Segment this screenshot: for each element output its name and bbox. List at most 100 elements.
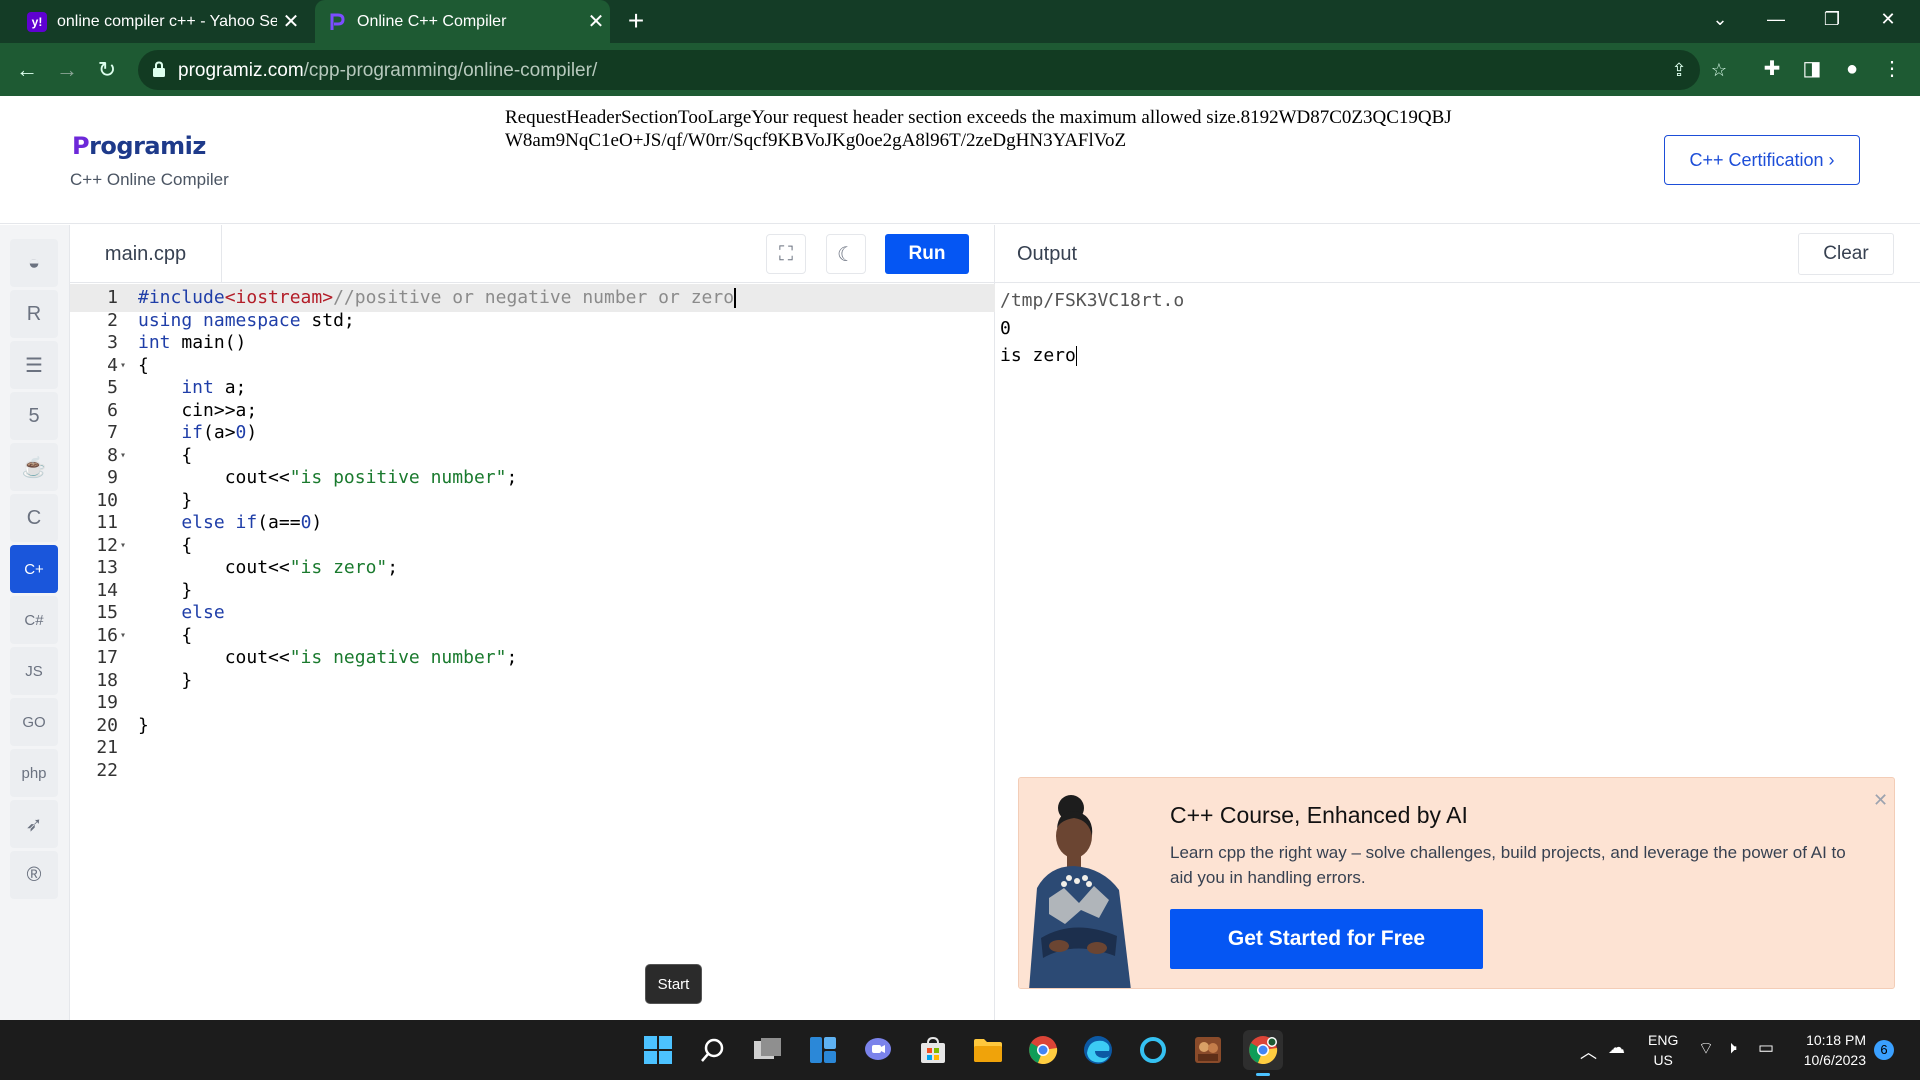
- notification-badge[interactable]: 6: [1874, 1040, 1894, 1060]
- go-icon[interactable]: GO: [10, 698, 58, 746]
- onedrive-cloud-icon[interactable]: ☁: [1608, 1038, 1625, 1058]
- close-tab-icon[interactable]: ✕: [277, 9, 305, 34]
- site-header: Programiz C++ Online Compiler RequestHea…: [0, 96, 1920, 224]
- menu-kebab-icon[interactable]: ⋮: [1876, 53, 1908, 85]
- page-subtitle: C++ Online Compiler: [70, 170, 229, 189]
- close-window-icon[interactable]: ✕: [1860, 0, 1916, 38]
- java-icon[interactable]: ☕: [10, 443, 58, 491]
- chrome-active-icon[interactable]: [1243, 1030, 1283, 1076]
- header-error-message: RequestHeaderSectionTooLargeYour request…: [505, 107, 1452, 151]
- output-line: is zero: [1000, 345, 1076, 366]
- python-icon[interactable]: ◒: [10, 239, 58, 287]
- volume-muted-icon[interactable]: 🕨: [1726, 1038, 1737, 1058]
- c-icon[interactable]: C: [10, 494, 58, 542]
- wifi-icon[interactable]: ⌔: [1698, 1038, 1714, 1059]
- rust-icon[interactable]: ®: [10, 851, 58, 899]
- run-button[interactable]: Run: [885, 234, 969, 274]
- database-icon[interactable]: ☰: [10, 341, 58, 389]
- ad-person-photo: [1019, 778, 1139, 988]
- file-explorer-icon[interactable]: [968, 1030, 1008, 1070]
- address-bar[interactable]: programiz.com/cpp-programming/online-com…: [138, 50, 1727, 90]
- code-token: main(): [170, 332, 247, 353]
- code-token: int: [138, 332, 171, 353]
- windows-start-icon[interactable]: [638, 1030, 678, 1070]
- reload-icon[interactable]: ↻: [90, 53, 124, 87]
- restore-icon[interactable]: ❐: [1804, 0, 1860, 38]
- file-tab-main-cpp[interactable]: main.cpp: [70, 225, 222, 283]
- html5-icon[interactable]: 5: [10, 392, 58, 440]
- code-editor[interactable]: 1 #include<iostream>//positive or negativ…: [70, 283, 995, 1020]
- teams-chat-icon[interactable]: [858, 1030, 898, 1070]
- csharp-icon[interactable]: C#: [10, 596, 58, 644]
- fullscreen-icon[interactable]: ⛶: [766, 234, 806, 274]
- programiz-favicon-icon: [327, 12, 347, 32]
- task-view-icon[interactable]: [748, 1030, 788, 1070]
- keyboard-region: US: [1653, 1052, 1673, 1068]
- cpp-icon[interactable]: C+: [10, 545, 58, 593]
- tab-title: Online C++ Compiler: [357, 12, 507, 30]
- clock-time: 10:18 PM: [1806, 1032, 1866, 1048]
- output-console[interactable]: /tmp/FSK3VC18rt.o 0 is zero: [1000, 287, 1184, 370]
- tab-title: online compiler c++ - Yahoo Se: [57, 12, 277, 30]
- url-text: programiz.com/cpp-programming/online-com…: [178, 60, 597, 82]
- code-token: {: [138, 534, 193, 556]
- forward-icon[interactable]: →: [50, 53, 84, 87]
- side-panel-icon[interactable]: ◨: [1796, 53, 1828, 85]
- clock-date: 10/6/2023: [1803, 1052, 1866, 1068]
- close-ad-icon[interactable]: ✕: [1873, 790, 1888, 811]
- php-icon[interactable]: php: [10, 749, 58, 797]
- output-line: 0: [1000, 317, 1011, 339]
- extensions-icon[interactable]: ✚: [1756, 53, 1788, 85]
- get-started-button[interactable]: Get Started for Free: [1170, 909, 1483, 969]
- cpp-certification-button[interactable]: C++ Certification ›: [1664, 135, 1860, 185]
- code-line[interactable]: 22: [70, 757, 995, 785]
- tab-yahoo-search[interactable]: y! online compiler c++ - Yahoo Se ✕: [15, 0, 305, 43]
- browser-toolbar: ← → ↻ programiz.com/cpp-programming/onli…: [0, 43, 1920, 96]
- bookmark-star-icon[interactable]: ☆: [1708, 60, 1730, 82]
- output-caret: [1075, 346, 1078, 366]
- code-token: }: [138, 489, 193, 511]
- share-icon[interactable]: ⇪: [1668, 60, 1690, 82]
- code-token: cout<<: [138, 467, 290, 488]
- search-icon[interactable]: [693, 1030, 733, 1070]
- javascript-icon[interactable]: JS: [10, 647, 58, 695]
- microsoft-store-icon[interactable]: [913, 1030, 953, 1070]
- output-toolbar: Output Clear: [995, 225, 1920, 283]
- programiz-logo[interactable]: Programiz: [72, 132, 206, 160]
- widgets-icon[interactable]: [803, 1030, 843, 1070]
- logo-initial: P: [72, 132, 90, 160]
- new-tab-button[interactable]: +: [620, 6, 652, 38]
- url-path: /cpp-programming/online-compiler/: [303, 60, 598, 81]
- profile-icon[interactable]: ●: [1836, 53, 1868, 85]
- windows-taskbar: ︿ ☁ ENG US ⌔ 🕨 ▭ 10:18 PM 10/6/2023 6: [0, 1020, 1920, 1080]
- chrome-icon[interactable]: [1023, 1030, 1063, 1070]
- dark-mode-moon-icon[interactable]: ☾: [826, 234, 866, 274]
- minimize-icon[interactable]: —: [1748, 0, 1804, 38]
- code-token: cout<<: [138, 557, 290, 578]
- ad-title: C++ Course, Enhanced by AI: [1170, 802, 1468, 828]
- code-token: std;: [300, 309, 355, 331]
- code-token: int: [138, 377, 214, 398]
- swift-icon[interactable]: ➶: [10, 800, 58, 848]
- code-token: #include: [138, 287, 225, 308]
- photos-app-icon[interactable]: [1188, 1030, 1228, 1070]
- tab-online-compiler[interactable]: Online C++ Compiler ✕: [315, 0, 610, 43]
- start-tooltip: Start: [645, 964, 702, 1004]
- clear-button[interactable]: Clear: [1798, 233, 1894, 275]
- code-token: {: [138, 624, 193, 646]
- show-hidden-icons-chevron-icon[interactable]: ︿: [1580, 1038, 1597, 1063]
- back-icon[interactable]: ←: [10, 53, 44, 87]
- edge-icon[interactable]: [1078, 1030, 1118, 1070]
- code-token: }: [138, 669, 193, 691]
- input-language-indicator[interactable]: ENG US: [1648, 1030, 1678, 1070]
- code-token: {: [138, 444, 193, 466]
- cortana-icon[interactable]: [1133, 1030, 1173, 1070]
- code-token: ;: [387, 557, 399, 578]
- battery-icon[interactable]: ▭: [1758, 1038, 1774, 1058]
- tab-search-icon[interactable]: ⌄: [1692, 0, 1748, 38]
- code-token: (a>: [203, 422, 236, 443]
- r-icon[interactable]: R: [10, 290, 58, 338]
- lock-icon: [153, 61, 165, 77]
- close-tab-icon[interactable]: ✕: [582, 9, 610, 34]
- clock[interactable]: 10:18 PM 10/6/2023: [1796, 1030, 1866, 1070]
